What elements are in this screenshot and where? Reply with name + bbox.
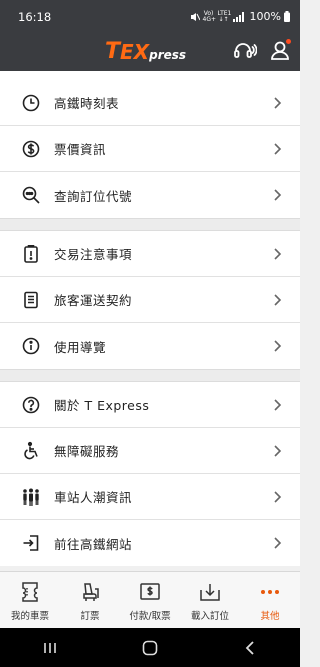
menu-item-label: 無障礙服務 <box>54 444 120 459</box>
menu-item-label: 前往高鐵網站 <box>54 536 133 552</box>
magnifier-icon <box>22 186 40 204</box>
chevron-right-icon <box>274 143 282 155</box>
dollar-circle-icon <box>22 140 40 158</box>
status-time: 16:18 <box>18 9 52 24</box>
mute-icon <box>190 12 200 21</box>
app-header: T EX press <box>0 33 300 71</box>
menu-item-label: 旅客運送契約 <box>54 293 133 308</box>
info-icon <box>22 337 40 355</box>
system-nav-bar <box>0 628 300 667</box>
menu-item-fares[interactable]: 票價資訊 <box>0 126 300 172</box>
menu-list[interactable]: 高鐵時刻表 票價資訊 查詢訂位代號 交易注意事項 旅客運送契約 使用導覽 關於 … <box>0 71 300 571</box>
payment-icon <box>140 583 160 600</box>
chevron-right-icon <box>274 445 282 457</box>
chevron-right-icon <box>274 340 282 352</box>
tab-label: 我的車票 <box>10 611 49 622</box>
section-divider <box>0 218 300 231</box>
tab-booking[interactable]: 訂票 <box>60 572 120 628</box>
back-icon[interactable] <box>240 638 260 658</box>
menu-item-label: 票價資訊 <box>54 142 107 157</box>
menu-item-about[interactable]: 關於 T Express <box>0 382 300 428</box>
notification-dot <box>286 39 291 44</box>
tab-label: 付款/取票 <box>129 611 171 622</box>
network-bottom: LTE1 ↓↑ <box>217 9 232 23</box>
network-top: Vo) 4G+ <box>202 9 217 23</box>
section-divider <box>0 369 300 382</box>
question-icon <box>22 396 40 414</box>
menu-item-user-guide[interactable]: 使用導覽 <box>0 323 300 369</box>
chevron-right-icon <box>274 537 282 549</box>
menu-item-label: 使用導覽 <box>54 339 107 355</box>
chevron-right-icon <box>274 294 282 306</box>
menu-item-passenger-contract[interactable]: 旅客運送契約 <box>0 277 300 323</box>
chevron-right-icon <box>274 97 282 109</box>
battery-icon <box>284 11 290 22</box>
chevron-right-icon <box>274 399 282 411</box>
more-icon <box>261 590 279 594</box>
document-icon <box>24 291 38 309</box>
wheelchair-icon <box>24 441 38 460</box>
tab-payment-pickup[interactable]: 付款/取票 <box>120 572 180 628</box>
menu-item-transaction-notes[interactable]: 交易注意事項 <box>0 231 300 277</box>
menu-item-station-crowd[interactable]: 車站人潮資訊 <box>0 474 300 520</box>
chevron-right-icon <box>274 491 282 503</box>
ticket-icon <box>22 582 38 602</box>
tab-my-tickets[interactable]: 我的車票 <box>0 572 60 628</box>
seat-icon <box>83 583 99 601</box>
profile-icon[interactable] <box>267 37 293 63</box>
menu-item-accessibility[interactable]: 無障礙服務 <box>0 428 300 474</box>
battery-level: 100% <box>249 10 281 23</box>
external-link-icon <box>23 535 39 551</box>
chevron-right-icon <box>274 248 282 260</box>
menu-group-3: 關於 T Express 無障礙服務 車站人潮資訊 前往高鐵網站 <box>0 382 300 566</box>
menu-item-label: 高鐵時刻表 <box>54 96 120 111</box>
menu-item-label: 關於 T Express <box>54 398 150 413</box>
tab-load-booking[interactable]: 載入訂位 <box>180 572 240 628</box>
status-icons: Vo) 4G+ LTE1 ↓↑ 100% <box>190 10 290 23</box>
tab-label: 其他 <box>260 611 280 622</box>
menu-item-label: 交易注意事項 <box>54 247 133 262</box>
menu-item-thsr-website[interactable]: 前往高鐵網站 <box>0 520 300 566</box>
texpress-logo: T EX press <box>105 39 187 64</box>
menu-item-label: 查詢訂位代號 <box>54 188 133 204</box>
signal-icon <box>232 11 244 22</box>
status-bar: 16:18 Vo) 4G+ LTE1 ↓↑ 100% <box>0 0 300 33</box>
menu-group-1: 高鐵時刻表 票價資訊 查詢訂位代號 <box>0 80 300 218</box>
menu-item-label: 車站人潮資訊 <box>54 490 133 505</box>
menu-item-timetable[interactable]: 高鐵時刻表 <box>0 80 300 126</box>
clipboard-icon <box>24 245 38 263</box>
tab-label: 訂票 <box>80 611 100 622</box>
clock-icon <box>22 94 40 112</box>
tab-more[interactable]: 其他 <box>240 572 300 628</box>
download-icon <box>200 584 220 601</box>
tab-label: 載入訂位 <box>190 611 229 622</box>
bottom-tab-bar: 我的車票 訂票 付款/取票 載入訂位 其他 <box>0 571 300 628</box>
menu-item-booking-code[interactable]: 查詢訂位代號 <box>0 172 300 218</box>
chevron-right-icon <box>274 189 282 201</box>
menu-group-2: 交易注意事項 旅客運送契約 使用導覽 <box>0 231 300 369</box>
crowd-icon <box>23 488 39 506</box>
recent-apps-icon[interactable] <box>40 638 60 658</box>
home-icon[interactable] <box>140 638 160 658</box>
customer-service-icon[interactable] <box>231 37 258 63</box>
